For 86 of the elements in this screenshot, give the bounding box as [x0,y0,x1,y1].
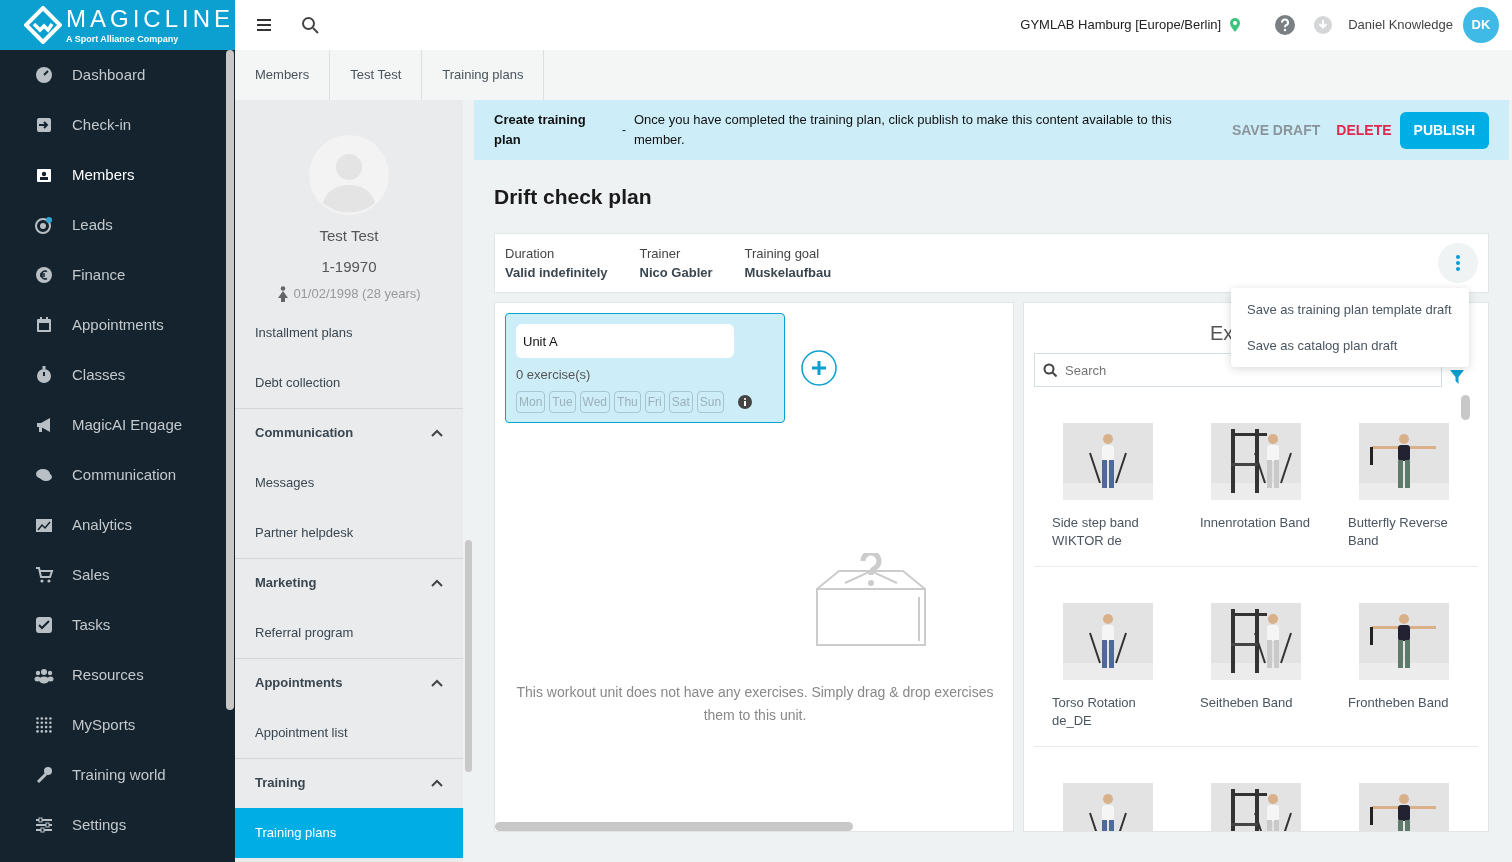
search-icon [1043,363,1057,378]
info-label: Duration [505,244,556,263]
filter-icon[interactable] [1450,370,1464,385]
nav-item[interactable]: Leads [0,200,235,250]
checkbox-icon [34,615,54,635]
section-label: Training [255,774,306,793]
menu-item[interactable]: Partner helpdesk [235,508,463,558]
exercise-name[interactable]: Torso Rotation de_DE [1052,694,1164,731]
nav-item[interactable]: Settings [0,800,235,850]
info-label: Trainer [639,244,682,263]
sliders-icon [34,815,54,835]
help-icon[interactable] [1275,15,1296,35]
info-value: Muskelaufbau [744,264,832,283]
location-label: GYMLAB Hamburg [Europe/Berlin] [1020,16,1222,35]
chevron-up-icon [431,779,443,787]
exercise-name[interactable]: Seitheben Band [1200,694,1312,713]
exercise-count: 0 exercise(s) [516,366,592,385]
exercise-name[interactable]: Butterfly Reverse Band [1348,514,1460,551]
logo-tagline: A Sport Alliance Company [66,34,180,44]
birth-date: 01/02/1998 (28 years) [293,285,421,303]
nav-item[interactable]: MySports [0,700,235,750]
kebab-icon [1456,255,1460,272]
menu-item[interactable]: Debt collection [235,358,463,408]
nav-item[interactable]: Tasks [0,600,235,650]
section-label: Communication [255,424,354,443]
person-icon [277,285,290,302]
nav-item[interactable]: Finance [0,250,235,300]
menu-item[interactable]: Messages [235,458,463,508]
calendar-icon [34,315,54,335]
member-number: 1-19970 [321,256,377,277]
stopwatch-icon [34,365,54,385]
search-icon[interactable] [301,16,319,34]
nav-item[interactable]: Check-in [0,100,235,150]
unit-card[interactable]: Unit A 0 exercise(s) Mon Tue Wed Thu Fri Sat Sun [505,313,785,424]
dots-grid-icon [34,715,54,735]
nav-item[interactable]: Sales [0,550,235,600]
scrollbar[interactable] [465,540,472,772]
separator-text: - [622,122,626,139]
login-icon [34,115,54,135]
target-icon [34,215,54,235]
more-button[interactable] [1438,243,1478,284]
plan-title: Drift check plan [494,184,653,210]
scrollbar[interactable] [1461,395,1470,421]
nav-item[interactable]: MagicAI Engage [0,400,235,450]
banner-message: Once you have completed the training plan, click publish to make this content available to this member. [634,111,1173,149]
nav-item[interactable]: Dashboard [0,50,235,100]
delete-button[interactable]: DELETE [1328,111,1400,149]
menu-item[interactable]: Referral program [235,608,463,658]
exercise-name[interactable]: Innenrotation Band [1200,514,1312,533]
nav-item[interactable]: Analytics [0,500,235,550]
scrollbar[interactable] [495,822,853,832]
nav-item[interactable]: Resources [0,650,235,700]
nav-item[interactable]: Members [0,150,235,200]
chevron-up-icon [431,579,443,587]
scrollbar[interactable] [226,50,234,710]
menu-item[interactable]: Installment plans [235,308,463,358]
info-label: Training goal [744,244,821,263]
menu-option[interactable]: Save as training plan template draft [1231,292,1469,328]
menu-item[interactable]: Appointment list [235,708,463,758]
logo-icon [24,6,62,44]
menu-icon[interactable] [256,18,272,32]
banner-title: Create training plan [494,111,587,149]
info-icon[interactable] [738,394,753,409]
info-value: Nico Gabler [639,264,713,283]
nav-item[interactable]: Classes [0,350,235,400]
nav-item[interactable]: Training world [0,750,235,800]
add-button[interactable] [801,350,837,387]
nav-item[interactable]: Communication [0,450,235,500]
member-name: Test Test [319,226,379,246]
gauge-icon [34,65,54,85]
exercise-name[interactable]: Frontheben Band [1348,694,1460,713]
unit-name-field[interactable]: Unit A [516,324,734,359]
map-pin-icon[interactable] [1229,18,1242,32]
logo-text: MAGICLINE [66,6,235,31]
euro-icon [34,265,54,285]
nav-item[interactable]: Appointments [0,300,235,350]
section-label: Marketing [255,574,317,593]
section-label: Appointments [255,674,343,693]
download-icon[interactable] [1314,16,1333,34]
exercise-name[interactable]: Side step band WIKTOR de [1052,514,1164,551]
chevron-up-icon [431,679,443,687]
user-name[interactable]: Daniel Knowledge [1348,15,1453,35]
chevron-up-icon [431,429,443,437]
cart-icon [34,565,54,585]
info-value: Valid indefinitely [505,264,608,283]
empty-message: This workout unit does not have any exercises. Simply drag & drop exercises them to this unit. [515,683,995,726]
